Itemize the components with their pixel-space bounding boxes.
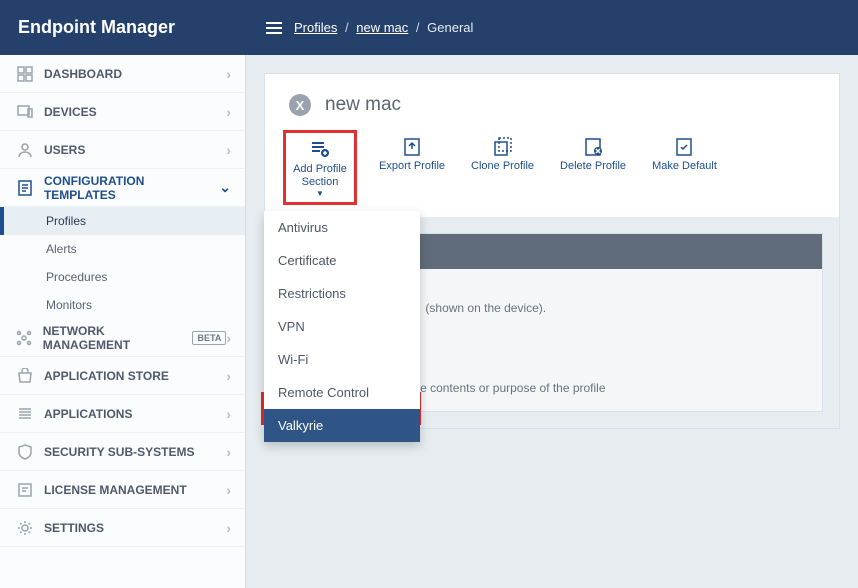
sidebar-item-label: APPLICATIONS <box>44 407 132 421</box>
chevron-right-icon: › <box>226 66 231 82</box>
sidebar-subitem-procedures[interactable]: Procedures <box>0 263 245 291</box>
tool-label: Clone Profile <box>471 160 534 172</box>
profile-toolbar: Add Profile Section ▼ Export Profile Clo… <box>265 126 839 217</box>
sidebar-subitem-monitors[interactable]: Monitors <box>0 291 245 319</box>
dropdown-item-valkyrie[interactable]: Valkyrie <box>264 409 420 442</box>
main-content: X new mac Add Profile Section ▼ Export P… <box>246 55 858 588</box>
breadcrumb-profile[interactable]: new mac <box>356 20 408 35</box>
dropdown-item-remote-control[interactable]: Remote Control <box>264 376 420 409</box>
dashboard-icon <box>14 66 36 82</box>
sidebar-item-label: NETWORK MANAGEMENT <box>43 324 187 352</box>
add-section-dropdown[interactable]: Antivirus Certificate Restrictions VPN W… <box>264 211 420 442</box>
chevron-right-icon: › <box>226 104 231 120</box>
sidebar-item-applications[interactable]: APPLICATIONS › <box>0 395 245 433</box>
profile-name: new mac <box>325 94 401 116</box>
clone-icon <box>492 134 514 160</box>
add-profile-section-button[interactable]: Add Profile Section ▼ <box>283 130 357 205</box>
network-icon <box>14 330 35 346</box>
sidebar-item-network-management[interactable]: NETWORK MANAGEMENT BETA › <box>0 319 245 357</box>
templates-icon <box>14 180 36 196</box>
dropdown-item-vpn[interactable]: VPN <box>264 310 420 343</box>
tool-label: Export Profile <box>379 160 445 172</box>
export-icon <box>401 134 423 160</box>
profile-header: X new mac <box>265 74 839 126</box>
sidebar-item-label: USERS <box>44 143 85 157</box>
applications-icon <box>14 406 36 422</box>
chevron-right-icon: › <box>226 482 231 498</box>
sidebar-item-application-store[interactable]: APPLICATION STORE › <box>0 357 245 395</box>
chevron-right-icon: › <box>226 142 231 158</box>
hamburger-menu-icon[interactable] <box>266 22 282 34</box>
sidebar-item-label: LICENSE MANAGEMENT <box>44 483 187 497</box>
dropdown-item-antivirus[interactable]: Antivirus <box>264 211 420 244</box>
sidebar-item-label: SECURITY SUB-SYSTEMS <box>44 445 194 459</box>
chevron-right-icon: › <box>226 330 231 346</box>
breadcrumb-root[interactable]: Profiles <box>294 20 337 35</box>
devices-icon <box>14 104 36 120</box>
export-profile-button[interactable]: Export Profile <box>375 130 449 176</box>
sidebar-item-label: APPLICATION STORE <box>44 369 169 383</box>
tool-label: Make Default <box>652 160 717 172</box>
delete-icon <box>582 134 604 160</box>
sidebar-item-devices[interactable]: DEVICES › <box>0 93 245 131</box>
breadcrumb-current: General <box>427 20 473 35</box>
store-icon <box>14 368 36 384</box>
add-section-icon <box>309 137 331 163</box>
clone-profile-button[interactable]: Clone Profile <box>467 130 538 176</box>
sidebar-item-dashboard[interactable]: DASHBOARD › <box>0 55 245 93</box>
chevron-right-icon: › <box>226 406 231 422</box>
tool-label: Add Profile Section <box>290 163 350 189</box>
profile-type-icon: X <box>289 94 311 116</box>
users-icon <box>14 142 36 158</box>
sidebar-item-users[interactable]: USERS › <box>0 131 245 169</box>
sidebar: DASHBOARD › DEVICES › USERS › CONFIGURAT… <box>0 55 246 588</box>
license-icon <box>14 482 36 498</box>
dropdown-caret-icon: ▼ <box>316 189 324 198</box>
sidebar-item-label: CONFIGURATION TEMPLATES <box>44 174 219 202</box>
sidebar-subitem-alerts[interactable]: Alerts <box>0 235 245 263</box>
delete-profile-button[interactable]: Delete Profile <box>556 130 630 176</box>
tool-label: Delete Profile <box>560 160 626 172</box>
sidebar-item-settings[interactable]: SETTINGS › <box>0 509 245 547</box>
sidebar-subitem-profiles[interactable]: Profiles <box>0 207 245 235</box>
dropdown-item-restrictions[interactable]: Restrictions <box>264 277 420 310</box>
make-default-icon <box>673 134 695 160</box>
sidebar-item-license-management[interactable]: LICENSE MANAGEMENT › <box>0 471 245 509</box>
sidebar-item-security-subsystems[interactable]: SECURITY SUB-SYSTEMS › <box>0 433 245 471</box>
breadcrumb: Profiles / new mac / General <box>294 20 473 35</box>
chevron-right-icon: › <box>226 368 231 384</box>
chevron-right-icon: › <box>226 520 231 536</box>
app-title: Endpoint Manager <box>0 17 246 38</box>
dropdown-item-certificate[interactable]: Certificate <box>264 244 420 277</box>
sidebar-item-label: SETTINGS <box>44 521 104 535</box>
chevron-right-icon: › <box>226 444 231 460</box>
shield-icon <box>14 444 36 460</box>
beta-badge: BETA <box>192 331 226 345</box>
sidebar-item-label: DASHBOARD <box>44 67 122 81</box>
make-default-button[interactable]: Make Default <box>648 130 721 176</box>
gear-icon <box>14 520 36 536</box>
chevron-down-icon: ⌄ <box>219 179 231 196</box>
top-bar: Endpoint Manager Profiles / new mac / Ge… <box>0 0 858 55</box>
sidebar-item-configuration-templates[interactable]: CONFIGURATION TEMPLATES ⌄ <box>0 169 245 207</box>
dropdown-item-wifi[interactable]: Wi-Fi <box>264 343 420 376</box>
sidebar-item-label: DEVICES <box>44 105 97 119</box>
